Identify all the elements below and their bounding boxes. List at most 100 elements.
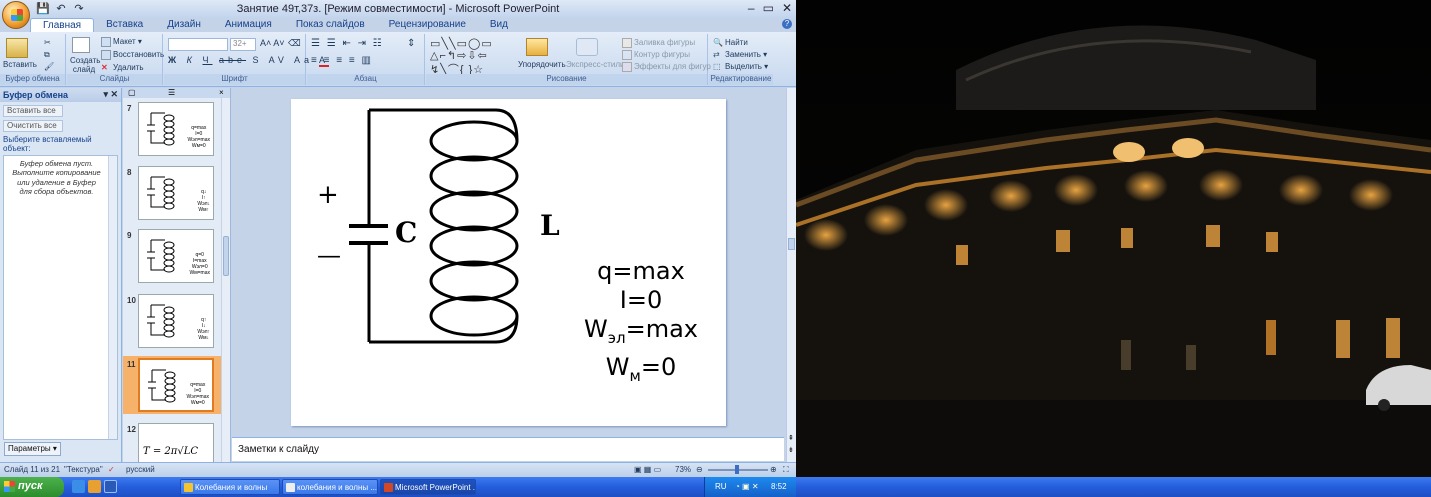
minimize-button[interactable]: – [748, 1, 755, 15]
panel-tabs: ▢ ☰ × [123, 88, 230, 98]
panel-close-icon[interactable]: × [219, 88, 224, 97]
tab-design[interactable]: Дизайн [155, 18, 213, 32]
text-direction-icon[interactable]: ⇕ [407, 38, 415, 49]
select-button[interactable]: ⬚ Выделить ▾ [713, 62, 768, 72]
clipboard-scrollbar[interactable] [108, 156, 117, 439]
shape-effects-button[interactable]: Эффекты для фигур [622, 62, 711, 72]
find-label: Найти [725, 38, 748, 48]
next-slide-icon[interactable]: ⇟ [788, 446, 794, 454]
shape-fill-button[interactable]: Заливка фигуры [622, 38, 695, 48]
replace-button[interactable]: ⇄ Заменить ▾ [713, 50, 767, 60]
thumbnail-text: q=0 I=max Wэл=0 Wм=max [189, 252, 210, 276]
view-buttons-icon[interactable]: ▣ ▦ ▭ [634, 465, 661, 474]
prev-slide-icon[interactable]: ⇞ [788, 434, 794, 442]
task-powerpoint[interactable]: Microsoft PowerPoint ... [380, 479, 476, 495]
zoom-in-icon[interactable]: ⊕ [770, 465, 777, 474]
windows-taskbar: пуск Колебания и волны колебания и волны… [0, 477, 1431, 497]
outline-tab-icon[interactable]: ☰ [168, 88, 175, 97]
tab-home[interactable]: Главная [30, 18, 95, 32]
thumbnails-scrollbar[interactable] [221, 98, 230, 462]
quick-styles-icon[interactable] [576, 38, 598, 56]
strike-button[interactable]: abe [219, 55, 246, 65]
options-button[interactable]: Параметры ▾ [4, 442, 61, 456]
slide-thumbnail[interactable]: 7 q=max I=0 Wэл=max Wм=0 [123, 100, 221, 158]
show-desktop-icon[interactable] [104, 480, 117, 493]
ie-icon[interactable] [72, 480, 85, 493]
windows-logo-icon [4, 481, 15, 492]
editor-scroll-thumb[interactable] [788, 238, 795, 250]
tab-view[interactable]: Вид [478, 18, 520, 32]
slide-thumbnail[interactable]: 12 T = 2π√LC [123, 421, 221, 462]
group-slides: Создать слайд Макет ▾ Восстановить ✕ Удал… [67, 34, 164, 85]
shadow-button[interactable]: S [253, 55, 263, 65]
slide-thumbnail[interactable]: 9 q=0 I=max Wэл=0 Wм=max [123, 227, 221, 285]
slide-number: 10 [127, 296, 136, 305]
new-slide-button[interactable]: Создать слайд [70, 56, 100, 74]
paste-all-button[interactable]: Вставить все [3, 105, 63, 117]
capacitor-label: C [395, 216, 417, 249]
task-document[interactable]: колебания и волны ... [282, 479, 378, 495]
format-painter-icon[interactable]: 🖌 [44, 62, 54, 71]
notes-pane[interactable]: Заметки к слайду [232, 437, 784, 461]
new-slide-icon[interactable] [72, 37, 90, 53]
tab-slideshow[interactable]: Показ слайдов [284, 18, 377, 32]
spacing-button[interactable]: AV [269, 55, 288, 65]
maximize-button[interactable]: ▭ [763, 1, 774, 15]
slide-thumbnail[interactable]: 10 q↑ I↓ Wэл↑ Wм↓ [123, 292, 221, 350]
find-button[interactable]: 🔍 Найти [713, 38, 748, 48]
copy-icon[interactable]: ⧉ [44, 50, 50, 60]
quick-styles-button[interactable]: Экспресс-стили [566, 60, 625, 69]
tab-review[interactable]: Рецензирование [377, 18, 478, 32]
thumbnail-formula: T = 2π√LC [143, 446, 199, 457]
language-indicator[interactable]: RU [715, 482, 727, 491]
office-button[interactable] [2, 1, 30, 29]
slides-tab-icon[interactable]: ▢ [128, 88, 136, 97]
quick-launch [72, 480, 117, 493]
thumbnail-text: q↓ I↑ Wэл↓ Wм↑ [197, 189, 210, 213]
paste-button[interactable]: Вставить [3, 60, 37, 69]
group-font: 32+ A˄ A˅ ⌫ Ж К Ч abe S AV Aa A Шрифт [164, 34, 329, 85]
clear-all-button[interactable]: Очистить все [3, 120, 63, 132]
current-slide[interactable]: + — C L q=max I=0 Wэл=max Wм=0 [291, 99, 726, 426]
close-icon[interactable]: ▾ ✕ [103, 89, 118, 100]
underline-button[interactable]: Ч [202, 55, 212, 65]
zoom-out-icon[interactable]: ⊖ [696, 465, 703, 474]
thumbnail-preview: q=max I=0 Wэл=max Wм=0 [138, 358, 214, 412]
zoom-level[interactable]: 73% [675, 465, 691, 474]
spellcheck-icon[interactable]: ✓ [108, 465, 115, 474]
tab-animation[interactable]: Анимация [213, 18, 284, 32]
bold-button[interactable]: Ж [168, 55, 180, 65]
arrange-icon[interactable] [526, 38, 548, 56]
scroll-thumb[interactable] [223, 236, 229, 276]
editor-scrollbar[interactable]: ⇞ ⇟ [786, 88, 796, 462]
slide-thumbnail[interactable]: 8 q↓ I↑ Wэл↓ Wм↑ [123, 164, 221, 222]
reset-button[interactable]: Восстановить [101, 50, 164, 60]
layout-button[interactable]: Макет ▾ [101, 37, 142, 47]
tab-insert[interactable]: Вставка [94, 18, 155, 32]
close-button[interactable]: ✕ [782, 1, 792, 15]
align-buttons-icon[interactable]: ≡ ≡ ≡ ≡ ▥ [311, 55, 373, 66]
group-editing: 🔍 Найти ⇄ Заменить ▾ ⬚ Выделить ▾ Редактиро… [709, 34, 773, 85]
shape-outline-button[interactable]: Контур фигуры [622, 50, 690, 60]
browser-icon[interactable] [88, 480, 101, 493]
language-label[interactable]: русский [126, 465, 155, 474]
start-button[interactable]: пуск [0, 477, 64, 497]
font-size-combo[interactable]: 32+ [230, 38, 256, 51]
delete-slide-button[interactable]: ✕ Удалить [101, 63, 144, 73]
italic-button[interactable]: К [187, 55, 196, 65]
grow-font-icon[interactable]: A˄ A˅ [260, 38, 285, 48]
zoom-slider-knob[interactable] [735, 465, 739, 474]
el-sub: эл [607, 328, 626, 347]
fit-window-icon[interactable]: ⛶ [783, 465, 789, 475]
arrange-button[interactable]: Упорядочить [518, 60, 566, 69]
tray-icons[interactable]: ◔ ▣ ✕ [735, 482, 759, 491]
slide-thumbnail[interactable]: 11 q=max I=0 Wэл=max Wм=0 [123, 356, 221, 414]
paste-icon[interactable] [6, 38, 28, 58]
clear-format-icon[interactable]: ⌫ [288, 38, 301, 49]
font-family-combo[interactable] [168, 38, 228, 51]
group-label-editing: Редактирование [709, 74, 773, 85]
list-buttons-icon[interactable]: ☰ ☰ ⇤ ⇥ ☷ [311, 38, 384, 49]
cut-icon[interactable]: ✂ [44, 38, 51, 47]
help-icon[interactable]: ? [782, 19, 792, 29]
task-folder-1[interactable]: Колебания и волны [180, 479, 280, 495]
